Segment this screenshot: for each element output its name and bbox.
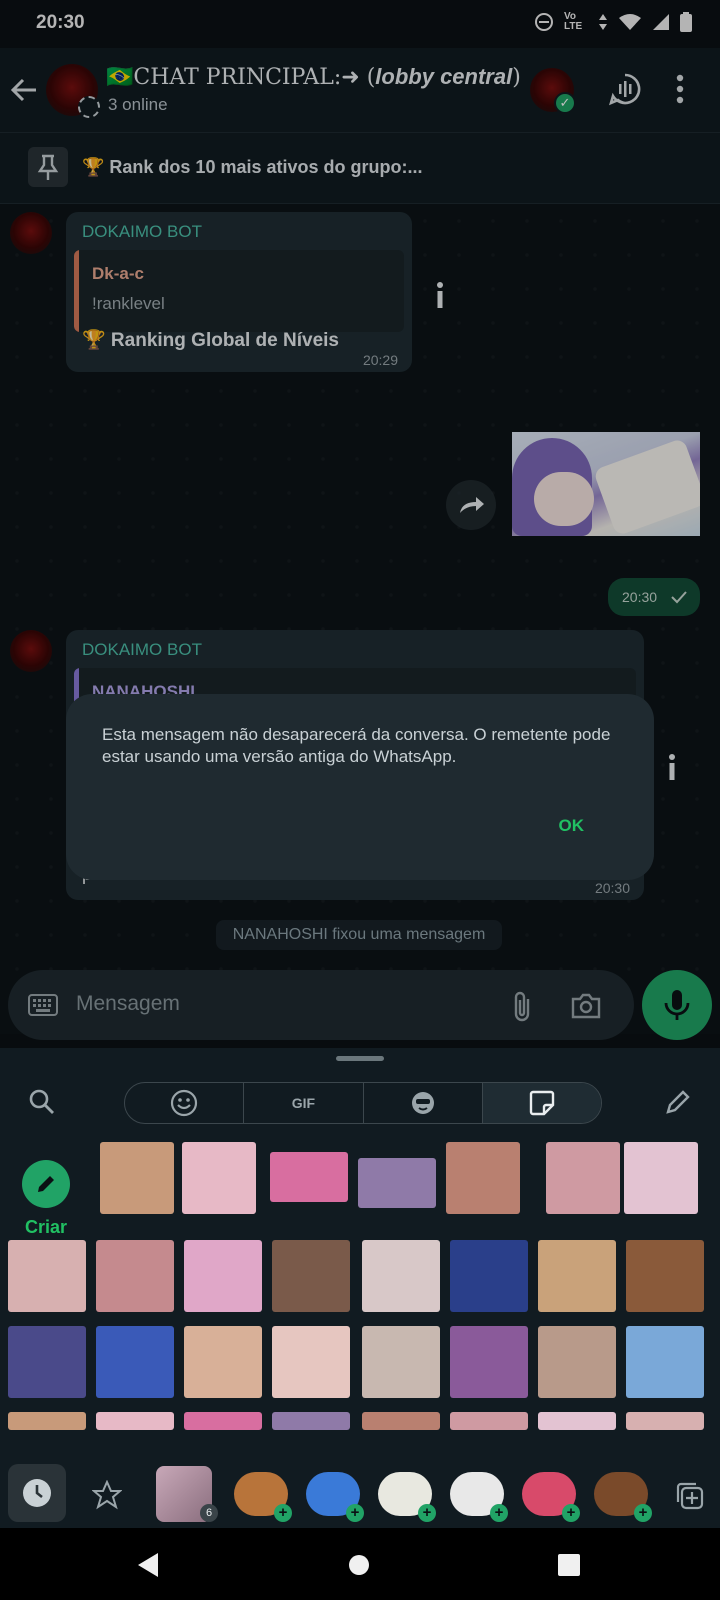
dialog-ok-button[interactable]: OK	[559, 816, 585, 836]
sticker-thumb[interactable]	[184, 1412, 262, 1430]
sticker-pack-item[interactable]: +	[594, 1472, 652, 1522]
sticker-pack-bar: 6 + + + + + +	[0, 1460, 720, 1528]
add-pack-plus-icon: +	[490, 1504, 508, 1522]
sticker-thumb[interactable]	[96, 1240, 174, 1312]
sticker-thumb[interactable]	[538, 1412, 616, 1430]
sticker-thumb[interactable]	[450, 1326, 528, 1398]
sticker-thumb[interactable]	[272, 1326, 350, 1398]
sticker-icon	[529, 1090, 555, 1116]
sticker-thumb[interactable]	[8, 1240, 86, 1312]
dialog-text: Esta mensagem não desaparecerá da conver…	[102, 725, 611, 766]
sticker-thumb[interactable]	[538, 1240, 616, 1312]
emoji-icon	[171, 1089, 198, 1117]
sticker-thumb[interactable]	[184, 1240, 262, 1312]
sticker-thumb[interactable]	[270, 1152, 348, 1202]
sticker-thumb[interactable]	[96, 1326, 174, 1398]
create-sticker-button[interactable]	[22, 1160, 70, 1208]
recent-tab[interactable]	[8, 1464, 66, 1522]
tab-stickers[interactable]	[482, 1083, 601, 1123]
create-label: Criar	[25, 1217, 68, 1237]
sticker-pack-item[interactable]: +	[234, 1472, 292, 1522]
sticker-thumb[interactable]	[8, 1326, 86, 1398]
sticker-thumb[interactable]	[184, 1326, 262, 1398]
sticker-pack-item[interactable]: +	[522, 1472, 580, 1522]
sticker-pack-item[interactable]: +	[450, 1472, 508, 1522]
search-icon[interactable]	[28, 1088, 56, 1116]
sticker-thumb[interactable]	[272, 1412, 350, 1430]
clock-icon	[23, 1479, 51, 1507]
add-pack-plus-icon: +	[418, 1504, 436, 1522]
sticker-thumb[interactable]	[626, 1240, 704, 1312]
create-pencil-icon	[38, 1176, 54, 1192]
panel-tabs: GIF	[124, 1082, 602, 1124]
tab-gif[interactable]: GIF	[244, 1083, 364, 1123]
sticker-thumb[interactable]	[362, 1240, 440, 1312]
sticker-thumb[interactable]	[624, 1142, 698, 1214]
add-pack-plus-icon: +	[346, 1504, 364, 1522]
add-pack-plus-icon: +	[562, 1504, 580, 1522]
sticker-thumb[interactable]	[96, 1412, 174, 1430]
sticker-thumb[interactable]	[362, 1412, 440, 1430]
panel-drag-handle[interactable]	[336, 1056, 384, 1061]
nav-home-icon[interactable]	[348, 1554, 370, 1576]
sticker-thumb[interactable]	[450, 1240, 528, 1312]
sticker-thumb[interactable]	[362, 1326, 440, 1398]
android-nav-bar	[0, 1528, 720, 1600]
gif-label: GIF	[291, 1095, 316, 1111]
sticker-thumb[interactable]	[538, 1326, 616, 1398]
info-dialog: Esta mensagem não desaparecerá da conver…	[66, 694, 654, 880]
tab-emoji[interactable]	[125, 1083, 245, 1123]
sticker-thumb[interactable]	[626, 1326, 704, 1398]
sticker-pack-item[interactable]: +	[378, 1472, 436, 1522]
sticker-pack-item[interactable]: +	[306, 1472, 364, 1522]
sticker-thumb[interactable]	[8, 1412, 86, 1430]
add-sticker-pack-icon[interactable]	[674, 1480, 706, 1512]
sticker-thumb[interactable]	[446, 1142, 520, 1214]
sticker-thumb[interactable]	[358, 1158, 436, 1208]
avatar-icon	[411, 1092, 434, 1114]
sticker-thumb[interactable]	[546, 1142, 620, 1214]
add-pack-plus-icon: +	[274, 1504, 292, 1522]
add-pack-plus-icon: +	[634, 1504, 652, 1522]
tab-avatar[interactable]	[364, 1083, 483, 1123]
sticker-thumb[interactable]	[626, 1412, 704, 1430]
sticker-thumb[interactable]	[272, 1240, 350, 1312]
favorites-star-icon[interactable]	[92, 1480, 122, 1510]
pack-count-badge: 6	[200, 1504, 218, 1522]
sticker-thumb[interactable]	[182, 1142, 256, 1214]
edit-pencil-icon[interactable]	[664, 1088, 692, 1116]
sticker-thumb[interactable]	[450, 1412, 528, 1430]
sticker-thumb[interactable]	[100, 1142, 174, 1214]
nav-back-icon[interactable]	[136, 1552, 160, 1578]
nav-recents-icon[interactable]	[558, 1554, 580, 1576]
